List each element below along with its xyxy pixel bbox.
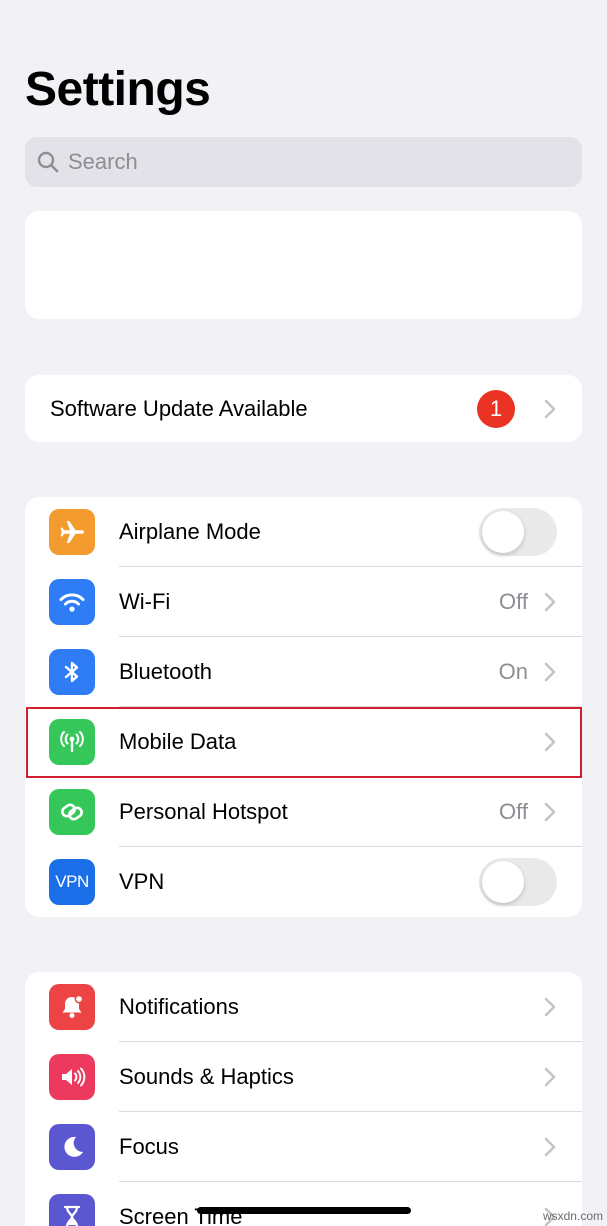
software-update-label: Software Update Available (50, 395, 308, 421)
airplane-mode-row[interactable]: Airplane Mode (25, 497, 582, 567)
vpn-icon: VPN (49, 859, 95, 905)
personal-hotspot-row[interactable]: Personal Hotspot Off (25, 777, 582, 847)
speaker-icon (49, 1054, 95, 1100)
search-placeholder: Search (68, 149, 138, 174)
vpn-row[interactable]: VPN VPN (25, 847, 582, 917)
home-indicator[interactable] (197, 1207, 411, 1214)
chevron-right-icon (544, 732, 556, 752)
bluetooth-icon (49, 649, 95, 695)
focus-label: Focus (119, 1134, 179, 1159)
airplane-mode-label: Airplane Mode (119, 519, 261, 544)
toggle-knob (482, 511, 524, 553)
wifi-icon (49, 579, 95, 625)
notifications-label: Notifications (119, 994, 239, 1019)
chevron-right-icon (544, 1067, 556, 1087)
chevron-right-icon (544, 662, 556, 682)
chevron-right-icon (544, 1137, 556, 1157)
hourglass-icon (49, 1194, 95, 1226)
chevron-right-icon (544, 997, 556, 1017)
airplane-icon (49, 509, 95, 555)
wifi-row[interactable]: Wi-Fi Off (25, 567, 582, 637)
chevron-right-icon (544, 399, 556, 419)
page-title: Settings (25, 63, 211, 116)
connectivity-group: Airplane Mode Wi-Fi Off Bluetooth On Mob… (25, 497, 582, 917)
bell-icon (49, 984, 95, 1030)
settings-screen: Settings Search Software Update Availabl… (0, 0, 607, 1226)
vpn-icon-text: VPN (55, 872, 89, 891)
search-icon (37, 151, 59, 173)
notifications-row[interactable]: Notifications (25, 972, 582, 1042)
update-count-badge: 1 (477, 389, 515, 428)
bluetooth-status: On (498, 659, 528, 684)
moon-icon (49, 1124, 95, 1170)
software-update-row[interactable]: Software Update Available 1 (25, 375, 582, 442)
mobile-data-label: Mobile Data (119, 729, 237, 754)
airplane-mode-toggle[interactable] (479, 508, 557, 556)
apple-id-card[interactable] (25, 211, 582, 319)
toggle-knob (482, 861, 524, 903)
bluetooth-row[interactable]: Bluetooth On (25, 637, 582, 707)
bluetooth-label: Bluetooth (119, 659, 212, 684)
chevron-right-icon (544, 802, 556, 822)
hotspot-link-icon (49, 789, 95, 835)
watermark: wsxdn.com (542, 1209, 603, 1223)
vpn-label: VPN (119, 869, 165, 894)
vpn-toggle[interactable] (479, 858, 557, 906)
mobile-data-row[interactable]: Mobile Data (25, 707, 582, 777)
personal-hotspot-label: Personal Hotspot (119, 799, 288, 824)
search-field[interactable]: Search (25, 137, 582, 187)
screen-time-row[interactable]: Screen Time (25, 1182, 582, 1226)
sounds-haptics-label: Sounds & Haptics (119, 1064, 294, 1089)
software-update-card[interactable]: Software Update Available 1 (25, 375, 582, 442)
wifi-label: Wi-Fi (119, 589, 171, 614)
personal-hotspot-status: Off (499, 799, 528, 824)
wifi-status: Off (499, 589, 528, 614)
notifications-group: Notifications Sounds & Haptics Focus Scr… (25, 972, 582, 1226)
sounds-haptics-row[interactable]: Sounds & Haptics (25, 1042, 582, 1112)
antenna-icon (49, 719, 95, 765)
chevron-right-icon (544, 592, 556, 612)
focus-row[interactable]: Focus (25, 1112, 582, 1182)
